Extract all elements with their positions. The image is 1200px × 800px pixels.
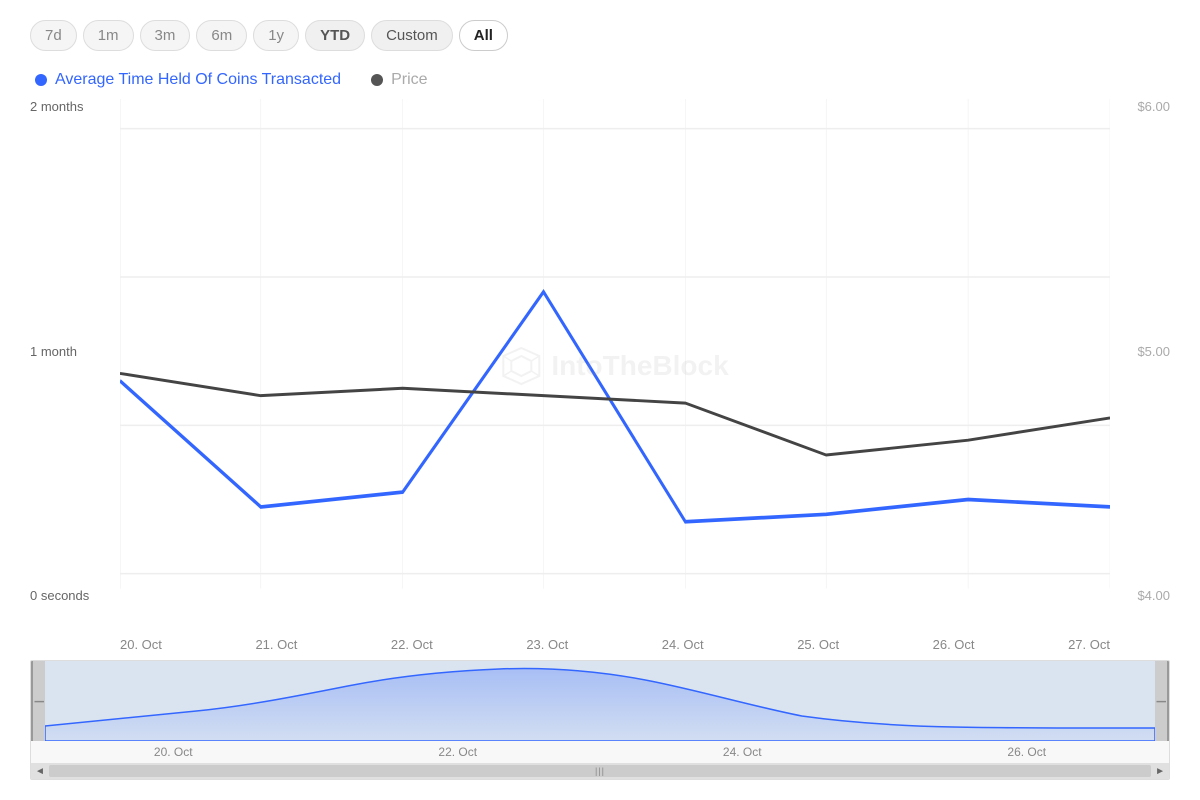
x-label-7: 27. Oct bbox=[1068, 637, 1110, 652]
x-label-6: 26. Oct bbox=[933, 637, 975, 652]
x-label-3: 23. Oct bbox=[526, 637, 568, 652]
scroll-bar[interactable]: ||| bbox=[49, 765, 1151, 777]
nav-x-label-0: 20. Oct bbox=[154, 745, 193, 759]
legend-item-price: Price bbox=[371, 71, 427, 89]
y-label-6usd: $6.00 bbox=[1110, 99, 1170, 114]
x-label-5: 25. Oct bbox=[797, 637, 839, 652]
y-label-4usd: $4.00 bbox=[1110, 588, 1170, 603]
chart-legend: Average Time Held Of Coins Transacted Pr… bbox=[30, 71, 1170, 89]
y-label-1month: 1 month bbox=[30, 344, 120, 359]
y-label-0sec: 0 seconds bbox=[30, 588, 120, 603]
nav-handle-left-grip: || bbox=[34, 700, 45, 701]
x-label-2: 22. Oct bbox=[391, 637, 433, 652]
price-line bbox=[120, 373, 1110, 455]
x-label-4: 24. Oct bbox=[662, 637, 704, 652]
y-label-2months: 2 months bbox=[30, 99, 120, 114]
nav-handle-right[interactable]: || bbox=[1155, 661, 1167, 741]
legend-dot-dark bbox=[371, 74, 383, 86]
y-label-5usd: $5.00 bbox=[1110, 344, 1170, 359]
btn-custom[interactable]: Custom bbox=[371, 20, 453, 51]
scroll-grip: ||| bbox=[595, 766, 605, 776]
chart-main: 2 months 1 month 0 seconds IntoTh bbox=[30, 99, 1170, 633]
nav-x-label-1: 22. Oct bbox=[438, 745, 477, 759]
legend-dot-blue bbox=[35, 74, 47, 86]
scroll-left-arrow[interactable]: ◄ bbox=[35, 766, 45, 777]
chart-svg bbox=[120, 99, 1110, 633]
y-axis-left: 2 months 1 month 0 seconds bbox=[30, 99, 120, 633]
nav-x-label-3: 26. Oct bbox=[1007, 745, 1046, 759]
nav-x-label-2: 24. Oct bbox=[723, 745, 762, 759]
nav-handle-right-grip: || bbox=[1156, 700, 1167, 701]
btn-7d[interactable]: 7d bbox=[30, 20, 77, 51]
scroll-right-arrow[interactable]: ► bbox=[1155, 766, 1165, 777]
x-label-0: 20. Oct bbox=[120, 637, 162, 652]
btn-3m[interactable]: 3m bbox=[140, 20, 191, 51]
chart-svg-area: IntoTheBlock bbox=[120, 99, 1110, 633]
nav-scrollbar[interactable]: ◄ ||| ► bbox=[31, 763, 1169, 779]
legend-item-avg-time: Average Time Held Of Coins Transacted bbox=[35, 71, 341, 89]
navigator-selected-region: || || bbox=[31, 661, 1169, 741]
legend-label-price: Price bbox=[391, 71, 427, 89]
x-axis: 20. Oct 21. Oct 22. Oct 23. Oct 24. Oct … bbox=[120, 633, 1110, 652]
x-label-1: 21. Oct bbox=[255, 637, 297, 652]
btn-6m[interactable]: 6m bbox=[196, 20, 247, 51]
btn-ytd[interactable]: YTD bbox=[305, 20, 365, 51]
btn-1m[interactable]: 1m bbox=[83, 20, 134, 51]
navigator-svg bbox=[45, 661, 1155, 741]
time-range-toolbar: 7d 1m 3m 6m 1y YTD Custom All bbox=[30, 20, 1170, 51]
legend-label-avg-time: Average Time Held Of Coins Transacted bbox=[55, 71, 341, 89]
page-container: 7d 1m 3m 6m 1y YTD Custom All Average Ti… bbox=[0, 0, 1200, 800]
chart-wrapper: 2 months 1 month 0 seconds IntoTh bbox=[30, 99, 1170, 652]
btn-all[interactable]: All bbox=[459, 20, 508, 51]
btn-1y[interactable]: 1y bbox=[253, 20, 299, 51]
nav-x-labels: 20. Oct 22. Oct 24. Oct 26. Oct bbox=[31, 745, 1169, 759]
y-axis-right: $6.00 $5.00 $4.00 bbox=[1110, 99, 1170, 633]
avg-time-line bbox=[120, 292, 1110, 522]
navigator[interactable]: || || 20. Oct 22. Oct 24. Oct bbox=[30, 660, 1170, 780]
nav-handle-left[interactable]: || bbox=[33, 661, 45, 741]
